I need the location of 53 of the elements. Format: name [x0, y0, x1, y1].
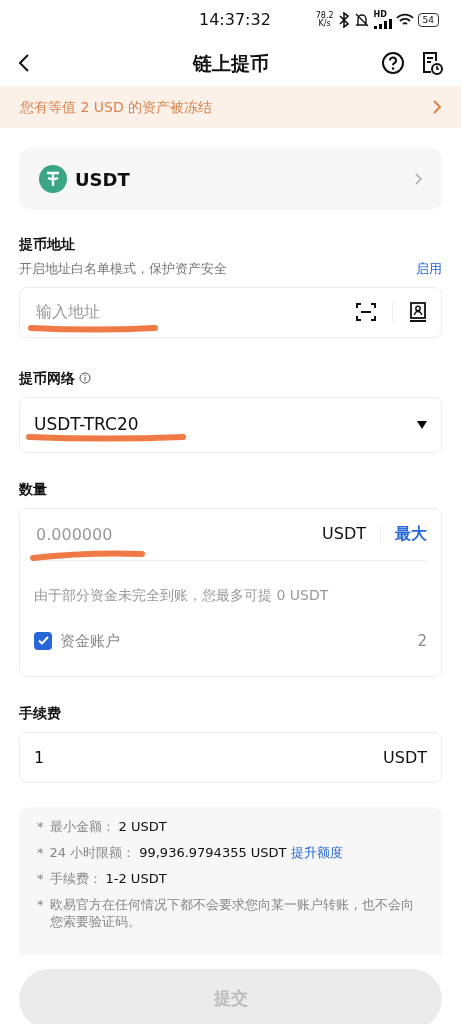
account-checkbox[interactable] — [34, 631, 52, 650]
coin-selector[interactable]: USDT — [19, 148, 442, 210]
field-label: 提币网络 — [19, 368, 75, 388]
help-icon[interactable] — [381, 51, 405, 75]
page-title: 链上提币 — [192, 50, 269, 76]
note-text: 最小金额： 2 USDT — [49, 819, 167, 836]
note-text: 欧易官方在任何情况下都不会要求您向某一账户转账，也不会向您索要验证码。 — [49, 896, 415, 931]
account-balance: 2 — [417, 630, 427, 652]
signal-icon — [373, 19, 392, 29]
address-book-icon[interactable] — [409, 302, 427, 322]
history-icon[interactable] — [421, 50, 443, 76]
scan-icon[interactable] — [356, 303, 376, 321]
network-select[interactable]: USDT-TRC20 — [19, 396, 442, 453]
back-icon[interactable] — [18, 53, 30, 73]
notice-text: 您有等值 2 USD 的资产被冻结 — [20, 97, 213, 117]
network-value: USDT-TRC20 — [34, 413, 139, 434]
unit-label: USDT — [383, 746, 427, 769]
chevron-right-icon — [433, 100, 441, 114]
coin-logo-icon — [39, 165, 67, 193]
bullet-mark: * — [37, 896, 44, 914]
dropdown-caret-icon — [417, 420, 427, 429]
note-text: 手续费： 1-2 USDT — [49, 870, 167, 888]
checkmark-icon — [37, 636, 49, 646]
notice-banner[interactable]: 您有等值 2 USD 的资产被冻结 — [0, 86, 461, 128]
coin-name: USDT — [75, 167, 130, 192]
chevron-right-icon — [415, 173, 422, 185]
account-label: 资金账户 — [60, 630, 120, 652]
wifi-icon — [395, 13, 414, 27]
amount-input[interactable]: 0.000000 — [34, 519, 184, 549]
enable-link[interactable]: 启用 — [416, 259, 442, 279]
whitelist-hint: 开启地址白名单模式，保护资产安全 — [19, 260, 227, 278]
battery-level: 54 — [417, 13, 439, 27]
bullet-mark: * — [37, 844, 44, 862]
hd-label: HD — [373, 11, 387, 19]
max-button[interactable]: 最大 — [395, 522, 427, 546]
bullet-mark: * — [37, 870, 44, 888]
fee-value: 1 — [34, 746, 45, 769]
unit-label: USDT — [322, 523, 366, 545]
network-speed: 78.2 — [315, 12, 334, 20]
address-input[interactable]: 输入地址 — [34, 299, 184, 325]
raise-limit-link[interactable]: 提升额度 — [290, 844, 343, 860]
info-icon[interactable] — [79, 372, 91, 384]
bullet-mark: * — [37, 819, 44, 836]
speed-unit: K/s — [318, 20, 331, 28]
field-label: 手续费 — [19, 704, 62, 723]
muted-bell-icon — [353, 12, 370, 28]
field-label: 提币地址 — [19, 235, 76, 254]
available-note: 由于部分资金未完全到账，您最多可提 0 USDT — [34, 585, 330, 605]
note-text: 24 小时限额： 99,936.9794355 USDT 提升额度 — [49, 844, 343, 862]
bluetooth-icon — [337, 12, 350, 28]
status-time: 14:37:32 — [199, 9, 271, 31]
address-field[interactable]: 输入地址 — [19, 286, 442, 338]
field-label: 数量 — [19, 479, 48, 499]
